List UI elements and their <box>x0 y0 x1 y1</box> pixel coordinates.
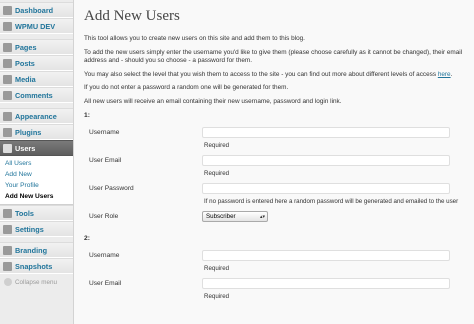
sidebar-item-tools[interactable]: Tools <box>0 205 73 221</box>
submenu-add-new[interactable]: Add New <box>0 169 73 180</box>
email-required-hint: Required <box>204 293 230 300</box>
page-title: Add New Users <box>84 8 180 24</box>
submenu-all-users[interactable]: All Users <box>0 158 73 169</box>
instructions-paragraph: To add the new users simply enter the us… <box>84 48 463 65</box>
email-label: User Email <box>89 157 122 164</box>
sidebar-item-plugins[interactable]: Plugins <box>0 124 73 140</box>
access-level-paragraph: You may also select the level that you w… <box>84 70 453 78</box>
submenu-add-new-users[interactable]: Add New Users <box>0 191 73 202</box>
username-required-hint: Required <box>204 265 230 272</box>
password-hint: If no password is entered here a random … <box>204 198 459 205</box>
sidebar-item-appearance[interactable]: Appearance <box>0 108 73 124</box>
tools-icon <box>3 208 12 218</box>
sidebar-item-branding[interactable]: Branding <box>0 242 73 258</box>
user-number-1: 1: <box>84 112 90 119</box>
role-label: User Role <box>89 213 119 220</box>
branding-icon <box>3 245 12 255</box>
dashboard-icon <box>3 5 12 15</box>
intro-paragraph: This tool allows you to create new users… <box>84 35 305 42</box>
snapshots-icon <box>3 261 12 271</box>
user2-username-row: Username Required <box>84 250 470 278</box>
access-levels-link[interactable]: here <box>438 71 451 78</box>
user2-email-row: User Email Required <box>84 278 470 306</box>
sidebar-item-users[interactable]: Users <box>0 140 73 156</box>
sidebar-item-media[interactable]: Media <box>0 71 73 87</box>
sidebar-item-comments[interactable]: Comments <box>0 87 73 103</box>
wpmudev-icon <box>3 21 12 31</box>
username-required-hint: Required <box>204 142 230 149</box>
username-label: Username <box>89 252 120 259</box>
pages-icon <box>3 42 12 52</box>
collapse-arrow-icon <box>4 278 12 286</box>
user1-role-select[interactable]: Subscriber ▴▾ <box>202 211 268 222</box>
sidebar-item-dashboard[interactable]: Dashboard <box>0 2 73 18</box>
media-icon <box>3 74 12 84</box>
main-content: Add New Users This tool allows you to cr… <box>84 0 470 306</box>
user1-password-row: User Password If no password is entered … <box>84 183 470 211</box>
sidebar-item-pages[interactable]: Pages <box>0 39 73 55</box>
password-label: User Password <box>89 185 134 192</box>
plugins-icon <box>3 127 12 137</box>
user1-email-row: User Email Required <box>84 155 470 183</box>
user1-role-row: User Role Subscriber ▴▾ <box>84 211 470 229</box>
admin-sidebar: Dashboard WPMU DEV Pages Posts Media Com… <box>0 0 74 324</box>
sidebar-item-settings[interactable]: Settings <box>0 221 73 237</box>
sidebar-item-snapshots[interactable]: Snapshots <box>0 258 73 274</box>
user2-email-input[interactable] <box>202 278 450 289</box>
email-label: User Email <box>89 280 122 287</box>
submenu-your-profile[interactable]: Your Profile <box>0 180 73 191</box>
user2-username-input[interactable] <box>202 250 450 261</box>
sidebar-item-wpmudev[interactable]: WPMU DEV <box>0 18 73 34</box>
select-arrows-icon: ▴▾ <box>259 214 265 220</box>
users-icon <box>3 143 12 153</box>
collapse-menu-button[interactable]: Collapse menu <box>0 274 73 286</box>
posts-icon <box>3 58 12 68</box>
users-submenu: All Users Add New Your Profile Add New U… <box>0 156 73 205</box>
user1-email-input[interactable] <box>202 155 450 166</box>
password-note-paragraph: If you do not enter a password a random … <box>84 84 289 91</box>
email-note-paragraph: All new users will receive an email cont… <box>84 97 342 105</box>
username-label: Username <box>89 129 120 136</box>
user1-username-input[interactable] <box>202 127 450 138</box>
appearance-icon <box>3 111 12 121</box>
email-required-hint: Required <box>204 170 230 177</box>
user-number-2: 2: <box>84 235 90 242</box>
sidebar-item-posts[interactable]: Posts <box>0 55 73 71</box>
settings-icon <box>3 224 12 234</box>
user1-username-row: Username Required <box>84 127 470 155</box>
user1-password-input[interactable] <box>202 183 450 194</box>
comments-icon <box>3 90 12 100</box>
